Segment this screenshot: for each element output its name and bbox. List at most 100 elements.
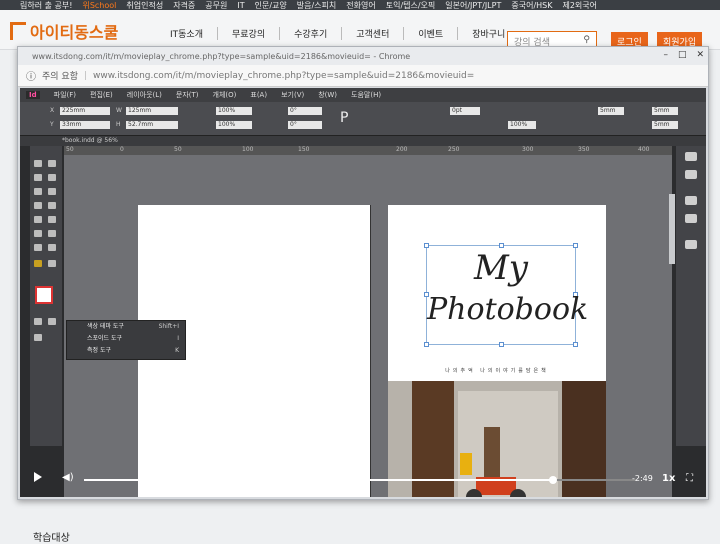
selection-tool-icon[interactable] xyxy=(34,160,42,167)
site-nav: IT동소개 무료강의 수강후기 고객센터 이벤트 장바구니 xyxy=(170,27,505,40)
address-bar[interactable]: ⓘ 주의 요함 | www.itsdong.com/it/m/movieplay… xyxy=(18,65,708,87)
menu-item: 표(A) xyxy=(250,91,268,99)
swatches-panel-icon[interactable] xyxy=(685,240,697,249)
right-page: My Photobook 나의추억 나의이야기를담은책 xyxy=(388,205,606,497)
window-titlebar: www.itsdong.com/it/m/movieplay_chrome.ph… xyxy=(18,47,708,65)
horizontal-ruler: 50 0 50 100 150 200 250 300 350 400 xyxy=(64,146,672,155)
scale-y-field: 100% xyxy=(216,121,252,129)
security-label: 주의 요함 xyxy=(42,72,78,82)
category-link[interactable]: 제2외국어 xyxy=(562,0,597,10)
category-link[interactable]: 취업인적성 xyxy=(126,0,163,10)
view-mode-icon[interactable] xyxy=(34,334,42,341)
apply-none-icon[interactable] xyxy=(48,318,56,325)
progress-fill xyxy=(84,479,554,481)
close-icon[interactable]: ✕ xyxy=(696,50,704,60)
color-panel-icon[interactable] xyxy=(685,214,697,223)
ruler-tick: 100 xyxy=(242,146,254,153)
play-icon[interactable] xyxy=(34,472,42,482)
minimize-icon[interactable]: – xyxy=(663,50,668,60)
window-title: www.itsdong.com/it/m/movieplay_chrome.ph… xyxy=(32,51,411,61)
flyout-item[interactable]: 색상 테마 도구 Shift+I xyxy=(67,321,185,333)
pen-tool-icon[interactable] xyxy=(34,202,42,209)
ruler-tick: 50 xyxy=(66,146,74,153)
menu-item: 문자(T) xyxy=(175,91,199,99)
category-link[interactable]: 일본어/JPT/JLPT xyxy=(445,0,501,10)
frame-handle[interactable] xyxy=(499,342,504,347)
nav-link[interactable]: 고객센터 xyxy=(341,27,389,40)
progress-knob[interactable] xyxy=(549,476,558,484)
volume-icon[interactable]: ◀) xyxy=(62,472,74,483)
category-link[interactable]: 공무원 xyxy=(205,0,227,10)
transform-tool-icon[interactable] xyxy=(48,230,56,237)
site-logo[interactable]: 아이티동스쿨 xyxy=(10,19,118,43)
category-link[interactable]: 인문/교양 xyxy=(255,0,287,10)
hand-tool-icon[interactable] xyxy=(48,260,56,267)
frame-tool-icon[interactable] xyxy=(34,216,42,223)
ruler-tick: 0 xyxy=(120,146,124,153)
indesign-logo: Id xyxy=(26,91,40,99)
page-scrollbar[interactable] xyxy=(669,194,675,264)
pages-panel-icon[interactable] xyxy=(685,152,697,161)
search-icon[interactable]: ⚲ xyxy=(583,35,590,45)
ruler-tick: 250 xyxy=(448,146,460,153)
url-text[interactable]: www.itsdong.com/it/m/movieplay_chrome.ph… xyxy=(93,71,474,81)
nav-link[interactable]: 장바구니 xyxy=(457,27,505,40)
apply-color-icon[interactable] xyxy=(34,318,42,325)
opacity-field: 100% xyxy=(508,121,536,129)
gap-field-3: 5mm xyxy=(652,121,678,129)
scissors-tool-icon[interactable] xyxy=(34,230,42,237)
rotate-field: 0° xyxy=(288,107,322,115)
fill-stroke-swatch-icon[interactable] xyxy=(35,286,53,304)
fullscreen-icon[interactable]: ⛶ xyxy=(686,473,693,484)
info-icon[interactable]: ⓘ xyxy=(26,68,36,83)
line-tool-icon[interactable] xyxy=(48,188,56,195)
nav-link[interactable]: IT동소개 xyxy=(170,27,203,40)
nav-link[interactable]: 수강후기 xyxy=(279,27,327,40)
category-link[interactable]: 토익/텝스/오픽 xyxy=(386,0,436,10)
maximize-icon[interactable]: □ xyxy=(678,50,687,60)
gap-field-2: 5mm xyxy=(652,107,678,115)
links-panel-icon[interactable] xyxy=(685,170,697,179)
flyout-item[interactable]: 스포이드 도구 I xyxy=(67,333,185,345)
stroke-panel-icon[interactable] xyxy=(685,196,697,205)
w-field: 125mm xyxy=(126,107,178,115)
note-tool-icon[interactable] xyxy=(48,244,56,251)
eyedropper-tool-icon[interactable] xyxy=(34,260,42,267)
p-icon: P xyxy=(340,110,349,126)
gradient-tool-icon[interactable] xyxy=(34,244,42,251)
ruler-tick: 400 xyxy=(638,146,650,153)
gap-tool-icon[interactable] xyxy=(48,174,56,181)
frame-handle[interactable] xyxy=(424,342,429,347)
menu-item: 창(W) xyxy=(318,91,338,99)
category-link[interactable]: 전화영어 xyxy=(346,0,375,10)
nav-link[interactable]: 무료강의 xyxy=(217,27,265,40)
title-text-frame[interactable]: My Photobook xyxy=(424,243,588,347)
pencil-tool-icon[interactable] xyxy=(48,202,56,209)
window-controls: – □ ✕ xyxy=(663,50,704,60)
playback-speed[interactable]: 1x xyxy=(662,473,675,484)
category-link[interactable]: 위School xyxy=(82,0,116,10)
spine-line xyxy=(370,205,371,497)
lecture-video[interactable]: Id 파일(F) 편집(E) 레이아웃(L) 문자(T) 개체(O) 표(A) … xyxy=(20,88,706,497)
flyout-item-shortcut: K xyxy=(175,347,179,354)
category-link[interactable]: 중국어/HSK xyxy=(511,0,552,10)
flyout-item-label: 스포이드 도구 xyxy=(87,335,123,342)
flyout-item[interactable]: 측정 도구 K xyxy=(67,345,185,357)
category-link[interactable]: 발음/스피치 xyxy=(297,0,337,10)
category-link[interactable]: 림하러 출 공부! xyxy=(20,0,72,10)
type-tool-icon[interactable] xyxy=(34,188,42,195)
frame-handle[interactable] xyxy=(573,342,578,347)
flyout-item-shortcut: Shift+I xyxy=(158,323,179,330)
h-label: H xyxy=(116,121,121,128)
category-link[interactable]: 자격증 xyxy=(173,0,195,10)
menu-item: 파일(F) xyxy=(53,91,76,99)
flyout-item-shortcut: I xyxy=(177,335,179,342)
category-link[interactable]: IT xyxy=(237,1,244,10)
rectangle-tool-icon[interactable] xyxy=(48,216,56,223)
nav-link[interactable]: 이벤트 xyxy=(403,27,443,40)
menu-item: 도움말(H) xyxy=(351,91,382,99)
page-tool-icon[interactable] xyxy=(34,174,42,181)
menu-item: 개체(O) xyxy=(212,91,237,99)
direct-selection-tool-icon[interactable] xyxy=(48,160,56,167)
progress-track[interactable] xyxy=(84,476,636,484)
